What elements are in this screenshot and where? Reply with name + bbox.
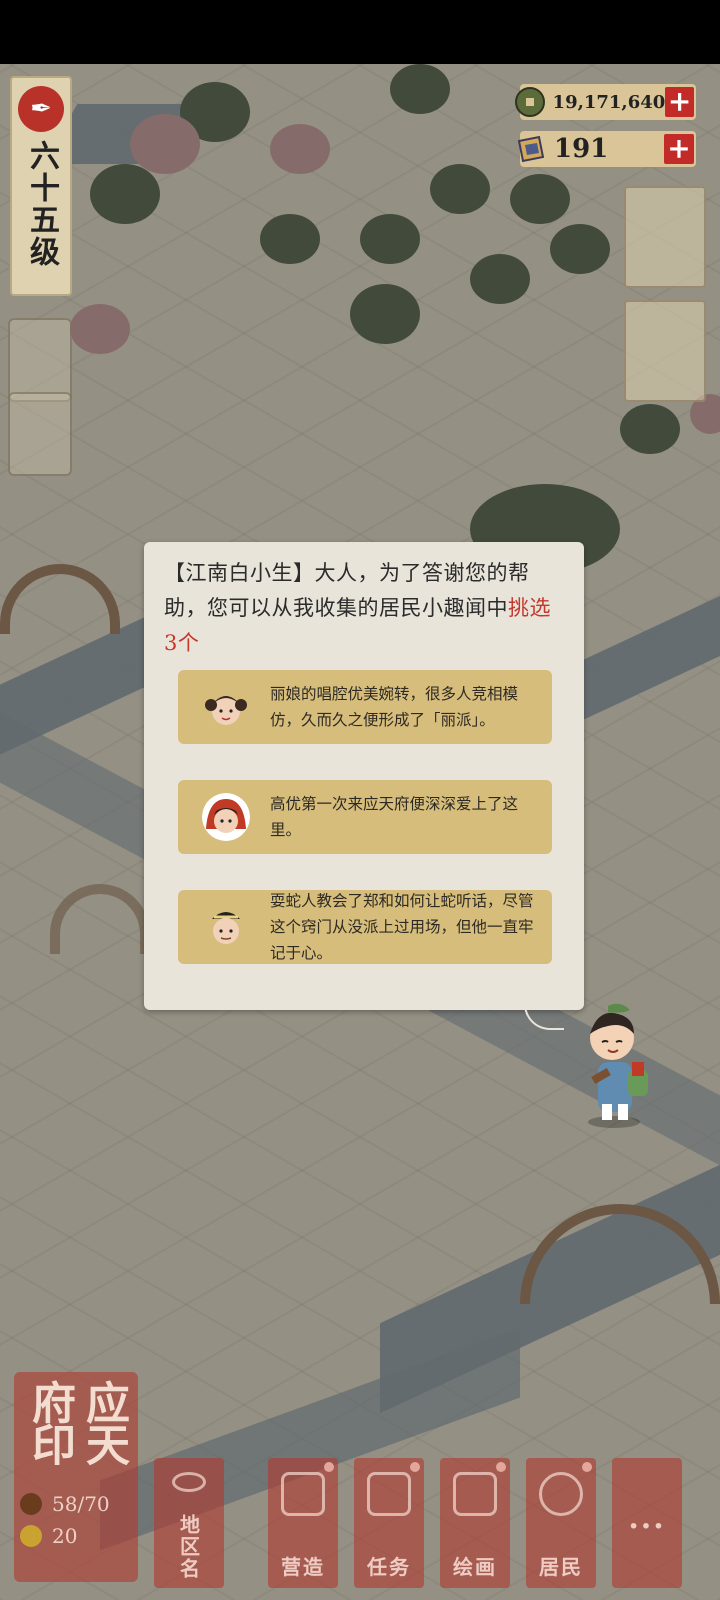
rumor-dialog: 【江南白小生】大人，为了答谢您的帮助，您可以从我收集的居民小趣闻中挑选3个 丽娘… <box>144 542 584 1010</box>
ticket-counter: 191 + <box>517 131 696 167</box>
coin-counter: 19,171,640 + <box>515 84 696 120</box>
chat-button[interactable] <box>8 318 72 402</box>
rumor-text: 丽娘的唱腔优美婉转，很多人竞相模仿，久而久之便形成了「丽派」。 <box>270 685 519 729</box>
ticket-value: 191 <box>554 134 609 164</box>
notification-dot <box>582 1462 592 1472</box>
book-icon <box>367 1472 411 1516</box>
notification-dot <box>410 1462 420 1472</box>
side-menu-button[interactable] <box>8 392 72 476</box>
residents-label: 居民 <box>539 1555 583 1579</box>
resident-avatar <box>202 683 250 731</box>
rumor-option[interactable]: 高优第一次来应天府便深深爱上了这里。 <box>178 780 552 854</box>
add-coins-button[interactable]: + <box>665 87 694 117</box>
build-label: 营造 <box>281 1555 325 1579</box>
eye-icon <box>172 1472 206 1492</box>
secondary-stat: 20 <box>20 1524 132 1548</box>
build-icon <box>281 1472 325 1516</box>
build-button[interactable]: 营造 <box>268 1458 338 1588</box>
gold-icon <box>20 1525 42 1547</box>
dialog-speaker: 【江南白小生】 <box>164 561 315 585</box>
person-icon <box>539 1472 583 1516</box>
level-badge[interactable]: ✒ 六十五级 <box>10 76 72 296</box>
scholar-character[interactable] <box>568 1000 658 1130</box>
coin-value: 19,171,640 <box>552 91 666 113</box>
resident-avatar <box>202 793 250 841</box>
tasks-label: 任务 <box>367 1555 411 1579</box>
level-text: 六十五级 <box>24 140 59 268</box>
ticket-icon <box>514 132 548 166</box>
residents-button[interactable]: 居民 <box>526 1458 596 1588</box>
seal-title: 应天府印 <box>24 1380 129 1464</box>
population-value: 58/70 <box>52 1492 110 1516</box>
population-icon <box>20 1493 42 1515</box>
secondary-value: 20 <box>52 1524 78 1548</box>
scroll-icon <box>453 1472 497 1516</box>
resident-avatar <box>202 903 250 951</box>
more-button[interactable]: ··· <box>612 1458 682 1588</box>
population-stat: 58/70 <box>20 1492 132 1516</box>
yingtian-seal[interactable]: 应天府印 58/70 20 <box>14 1372 138 1582</box>
paint-button[interactable]: 绘画 <box>440 1458 510 1588</box>
rumor-text: 高优第一次来应天府便深深爱上了这里。 <box>270 795 519 839</box>
event-card-1[interactable] <box>624 186 706 288</box>
district-name-button[interactable]: 地区名 <box>154 1458 224 1588</box>
copper-coin-icon <box>514 85 547 119</box>
more-label: ··· <box>628 1508 666 1544</box>
rumor-option[interactable]: 丽娘的唱腔优美婉转，很多人竞相模仿，久而久之便形成了「丽派」。 <box>178 670 552 744</box>
notification-dot <box>324 1462 334 1472</box>
rumor-option[interactable]: 耍蛇人教会了郑和如何让蛇听话，尽管这个窍门从没派上过用场，但他一直牢记于心。 <box>178 890 552 964</box>
rumor-text: 耍蛇人教会了郑和如何让蛇听话，尽管这个窍门从没派上过用场，但他一直牢记于心。 <box>270 892 534 962</box>
event-card-2[interactable] <box>624 300 706 402</box>
notification-dot <box>496 1462 506 1472</box>
paint-label: 绘画 <box>453 1555 497 1579</box>
brush-icon: ✒ <box>18 86 64 132</box>
add-tickets-button[interactable]: + <box>664 134 694 164</box>
tasks-button[interactable]: 任务 <box>354 1458 424 1588</box>
dialog-message: 【江南白小生】大人，为了答谢您的帮助，您可以从我收集的居民小趣闻中挑选3个 <box>164 556 558 661</box>
district-label: 地区名 <box>176 1514 201 1580</box>
